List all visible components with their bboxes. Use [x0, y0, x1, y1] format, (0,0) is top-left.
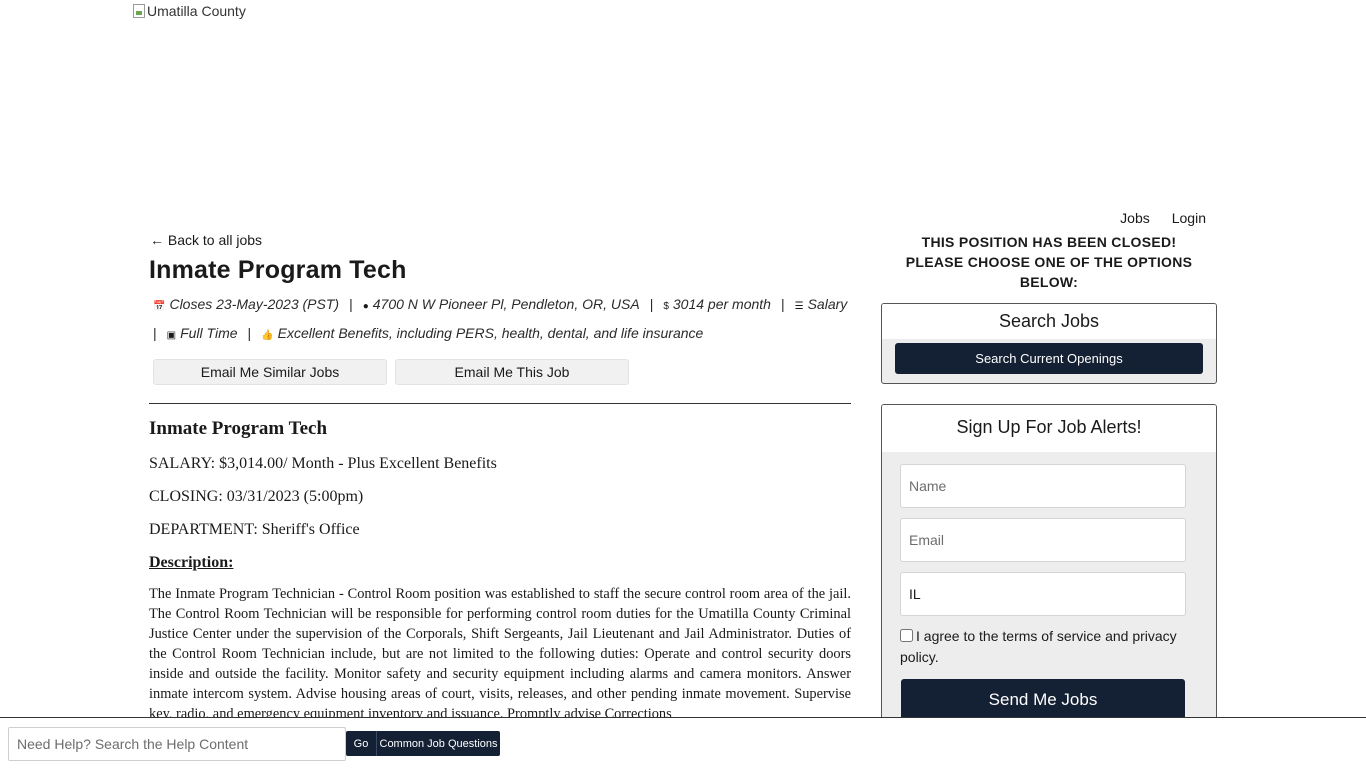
closing-date: Closes 23-May-2023 (PST)	[169, 296, 340, 312]
position-closed-message: THIS POSITION HAS BEEN CLOSED! PLEASE CH…	[905, 234, 1193, 290]
salary-line: SALARY: $3,014.00/ Month - Plus Excellen…	[149, 455, 497, 472]
broken-image-icon	[133, 4, 145, 18]
pay-type: Salary	[807, 296, 848, 312]
agree-label: I agree to the terms of service and priv…	[900, 628, 1177, 665]
job-detail: ← Back to all jobs Inmate Program Tech 📅…	[149, 232, 851, 724]
agree-checkbox[interactable]	[900, 629, 913, 642]
calendar-icon: 📅	[153, 301, 166, 312]
meta-separator: |	[247, 325, 252, 341]
job-schedule: Full Time	[180, 325, 238, 341]
closing-line: CLOSING: 03/31/2023 (5:00pm)	[149, 488, 364, 505]
help-search-input[interactable]	[8, 727, 346, 761]
job-benefits: Excellent Benefits, including PERS, heal…	[277, 325, 704, 341]
top-nav: Jobs Login	[1120, 210, 1206, 226]
job-pay: 3014 per month	[672, 296, 771, 312]
nav-login-link[interactable]: Login	[1172, 210, 1206, 226]
logo-alt-text: Umatilla County	[147, 3, 246, 19]
description-section-title: Description:	[149, 554, 234, 571]
search-current-openings-button[interactable]: Search Current Openings	[895, 343, 1203, 374]
job-location: 4700 N W Pioneer Pl, Pendleton, OR, USA	[372, 296, 640, 312]
location-input[interactable]	[900, 572, 1186, 616]
search-jobs-title: Search Jobs	[882, 304, 1216, 339]
department-line: DEPARTMENT: Sheriff's Office	[149, 521, 360, 538]
help-bar: Go Common Job Questions	[0, 717, 1366, 768]
inbox-icon: ▣	[166, 330, 177, 341]
search-jobs-card: Search Jobs Search Current Openings	[881, 303, 1217, 384]
send-me-jobs-button[interactable]: Send Me Jobs	[901, 679, 1185, 721]
dollar-icon: $	[663, 301, 669, 312]
meta-separator: |	[349, 296, 353, 312]
email-this-job-button[interactable]: Email Me This Job	[395, 359, 629, 385]
common-job-questions-button[interactable]: Common Job Questions	[376, 731, 500, 756]
email-similar-jobs-button[interactable]: Email Me Similar Jobs	[153, 359, 387, 385]
meta-separator: |	[153, 325, 157, 341]
list-icon: ☰	[794, 301, 804, 312]
job-description: Inmate Program Tech SALARY: $3,014.00/ M…	[149, 418, 851, 724]
email-buttons: Email Me Similar Jobs Email Me This Job	[149, 359, 851, 385]
help-go-button[interactable]: Go	[346, 731, 376, 756]
agree-terms: I agree to the terms of service and priv…	[900, 626, 1198, 668]
job-title: Inmate Program Tech	[149, 256, 407, 284]
thumbs-up-icon: 👍	[261, 330, 274, 341]
meta-separator: |	[649, 296, 654, 312]
county-logo[interactable]: Umatilla County	[133, 3, 246, 19]
job-alerts-card: Sign Up For Job Alerts! I agree to the t…	[881, 404, 1217, 732]
email-input[interactable]	[900, 518, 1186, 562]
arrow-left-icon: ←	[150, 232, 164, 248]
nav-jobs-link[interactable]: Jobs	[1120, 210, 1150, 226]
name-input[interactable]	[900, 464, 1186, 508]
description-body: The Inmate Program Technician - Control …	[149, 586, 851, 722]
divider	[149, 403, 851, 404]
sidebar: THIS POSITION HAS BEEN CLOSED! PLEASE CH…	[881, 232, 1217, 732]
description-heading: Inmate Program Tech	[149, 418, 328, 439]
map-pin-icon: ●	[362, 301, 369, 312]
job-meta: 📅 Closes 23-May-2023 (PST) | ● 4700 N W Pion…	[149, 291, 851, 349]
meta-separator: |	[780, 296, 785, 312]
back-to-jobs-link[interactable]: ← Back to all jobs	[150, 232, 262, 248]
back-label: Back to all jobs	[167, 232, 263, 248]
job-alerts-title: Sign Up For Job Alerts!	[882, 405, 1216, 452]
